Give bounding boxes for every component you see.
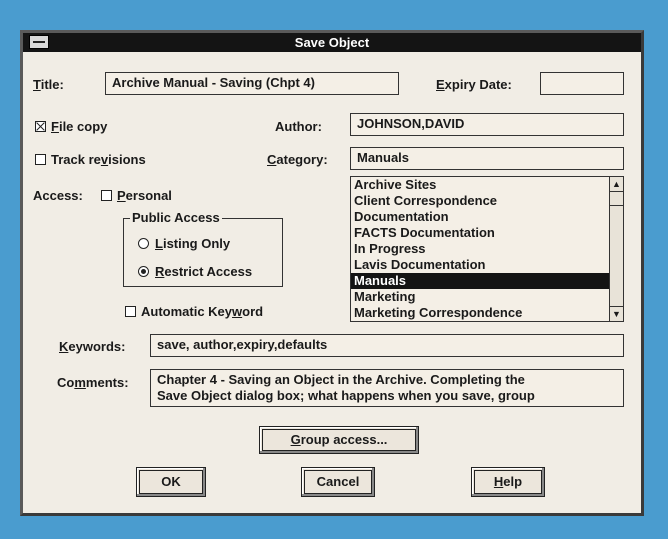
help-button[interactable]: Help [471,467,545,497]
keywords-value: save, author,expiry,defaults [157,337,328,352]
checkbox-empty-icon[interactable] [101,190,112,201]
list-item[interactable]: Manuals [351,273,623,289]
checkbox-empty-icon[interactable] [35,154,46,165]
personal-checkbox[interactable]: Personal [101,188,172,203]
category-label: Category: [267,152,328,167]
category-listbox[interactable]: Archive Sites Client Correspondence Docume… [350,176,624,322]
list-item[interactable]: Marketing [351,289,623,305]
access-label: Access: [33,188,83,203]
keywords-input[interactable]: save, author,expiry,defaults [150,334,624,357]
system-menu-icon[interactable] [29,35,49,49]
track-revisions-checkbox[interactable]: Track revisions [35,152,146,167]
list-item[interactable]: Marketing Correspondence [351,305,623,321]
dialog-title-bar: Save Object [23,33,641,52]
author-label: Author: [275,119,322,134]
keywords-label: Keywords: [59,339,126,354]
comments-line-1: Chapter 4 - Saving an Object in the Arch… [157,372,525,387]
expiry-date-label: Expiry Date: [436,77,512,92]
list-item[interactable]: FACTS Documentation [351,225,623,241]
scroll-thumb[interactable] [610,191,623,206]
listing-only-radio[interactable]: Listing Only [138,236,230,251]
list-item[interactable]: Documentation [351,209,623,225]
comments-textarea[interactable]: Chapter 4 - Saving an Object in the Arch… [150,369,624,407]
automatic-keyword-checkbox[interactable]: Automatic Keyword [125,304,263,319]
ok-button[interactable]: OK [136,467,206,497]
comments-line-2: Save Object dialog box; what happens whe… [157,388,535,403]
group-access-button[interactable]: Group access... [259,426,419,454]
file-copy-checkbox[interactable]: File copy [35,119,107,134]
scroll-up-arrow-icon[interactable]: ▲ [610,177,623,192]
list-scrollbar[interactable]: ▲ ▼ [609,177,623,321]
ok-label: OK [139,470,203,494]
category-value: Manuals [357,150,410,165]
radio-off-icon[interactable] [138,238,149,249]
title-input[interactable]: Archive Manual - Saving (Chpt 4) [105,72,399,95]
expiry-date-input[interactable] [540,72,624,95]
list-item[interactable]: In Progress [351,241,623,257]
public-access-title: Public Access [130,210,222,225]
restrict-access-radio[interactable]: Restrict Access [138,264,252,279]
title-label: Title: [33,77,64,92]
checkbox-empty-icon[interactable] [125,306,136,317]
dialog-title: Save Object [294,35,370,50]
radio-on-icon[interactable] [138,266,149,277]
cancel-label: Cancel [304,470,372,494]
save-object-dialog: Save Object Title: Archive Manual - Savi… [20,30,644,516]
public-access-group: Public Access Listing Only Restrict Acce… [123,210,283,287]
author-input[interactable]: JOHNSON,DAVID [350,113,624,136]
comments-label: Comments: [57,375,129,390]
checkbox-checked-icon[interactable] [35,121,46,132]
title-value: Archive Manual - Saving (Chpt 4) [112,75,315,90]
list-item[interactable]: Archive Sites [351,177,623,193]
scroll-down-arrow-icon[interactable]: ▼ [610,306,623,321]
category-list-items: Archive Sites Client Correspondence Docume… [351,177,623,321]
category-input[interactable]: Manuals [350,147,624,170]
help-label: Help [474,470,542,494]
author-value: JOHNSON,DAVID [357,116,465,131]
list-item[interactable]: Lavis Documentation [351,257,623,273]
list-item[interactable]: Client Correspondence [351,193,623,209]
cancel-button[interactable]: Cancel [301,467,375,497]
